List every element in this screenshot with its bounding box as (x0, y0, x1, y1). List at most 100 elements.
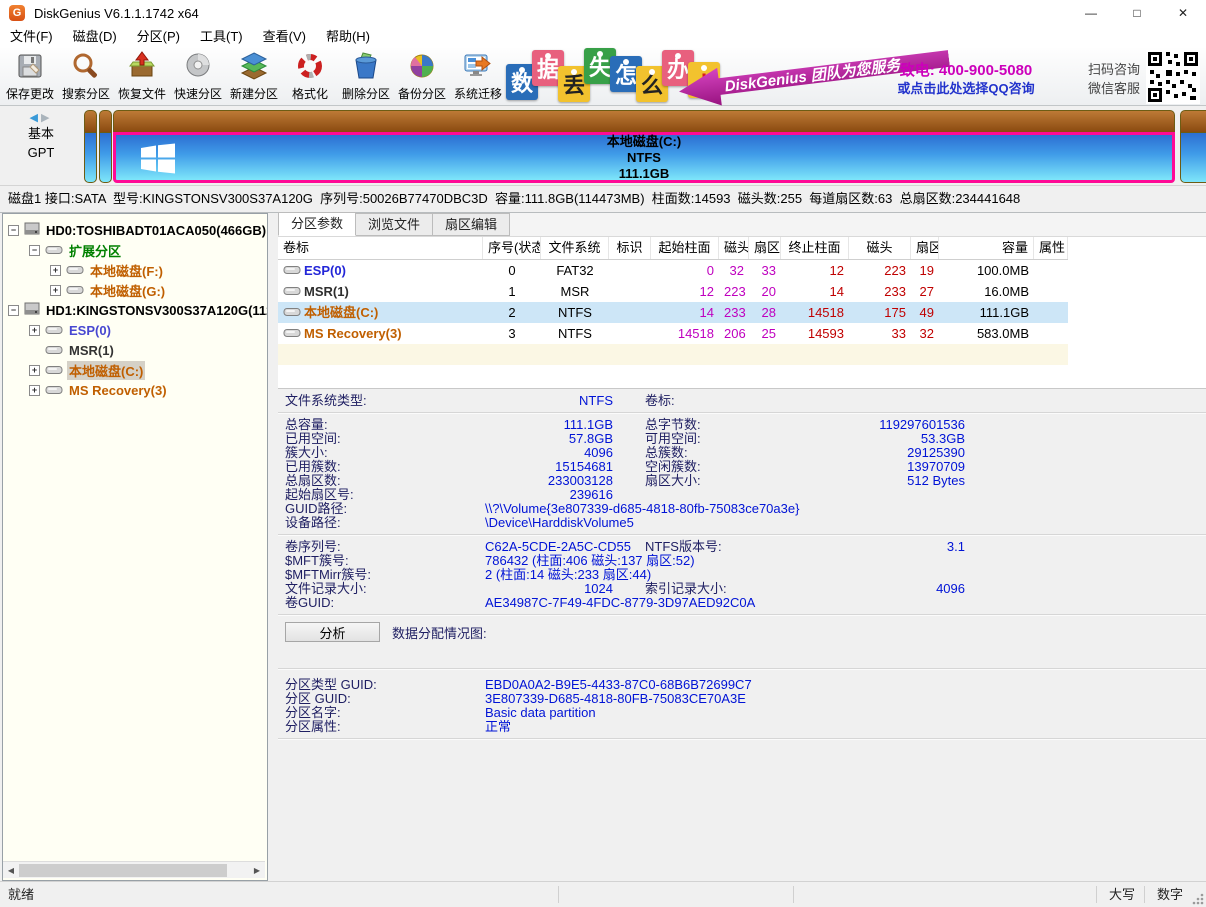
maximize-button[interactable]: □ (1114, 0, 1160, 26)
qr-code[interactable] (1146, 50, 1200, 104)
cell-sh: 32 (729, 263, 744, 278)
expand-icon[interactable]: + (29, 384, 40, 396)
tree-item[interactable]: + MS Recovery(3) (3, 380, 267, 400)
tab-partition-params[interactable]: 分区参数 (278, 212, 357, 236)
detail-value: 786432 (柱面:406 磁头:137 扇区:52) (485, 553, 695, 568)
pin-dot-icon (675, 53, 681, 59)
tree-item[interactable]: − HD0:TOSHIBADT01ACA050(466GB) (3, 220, 267, 240)
collapse-icon[interactable]: − (8, 224, 19, 236)
collapse-icon[interactable]: − (29, 244, 40, 256)
tree-item[interactable]: − HD1:KINGSTONSV300S37A120G(112GB) (3, 300, 267, 320)
partition-bar-recovery[interactable] (1180, 110, 1206, 183)
column-header-id[interactable]: 标识 (609, 237, 651, 259)
toolbar-button-system-migration[interactable]: 系统迁移 (450, 48, 506, 104)
detail-label: NTFS版本号: (645, 539, 722, 554)
toolbar-button-quick-partition[interactable]: 快速分区 (170, 48, 226, 104)
column-header-sc[interactable]: 起始柱面 (651, 237, 719, 259)
close-button[interactable]: ✕ (1160, 0, 1206, 26)
tree-item-label: 扩展分区 (69, 243, 122, 259)
cell-fs: FAT32 (556, 263, 594, 278)
next-disk-icon[interactable]: ▶ (41, 112, 52, 124)
toolbar-button-save-changes[interactable]: 保存更改 (2, 48, 58, 104)
menu-item-disk[interactable]: 磁盘(D) (63, 26, 127, 48)
column-header-es[interactable]: 扇区 (911, 237, 939, 259)
analyze-button[interactable]: 分析 (285, 622, 380, 642)
table-row[interactable]: MS Recovery(3) 3 NTFS 14518 206 25 14593 33 32 58… (278, 323, 1068, 344)
tree-item[interactable]: − 扩展分区 (3, 240, 267, 260)
column-header-name[interactable]: 卷标 (278, 237, 483, 259)
detail-value: 4096 (936, 581, 965, 596)
tree-item[interactable]: + 本地磁盘(F:) (3, 260, 267, 280)
column-header-eh[interactable]: 磁头 (849, 237, 911, 259)
column-header-status[interactable]: 序号(状态) (483, 237, 541, 259)
tree-item[interactable]: + ESP(0) (3, 320, 267, 340)
detail-row: 卷序列号: C62A-5CDE-2A5C-CD55 NTFS版本号: 3.1 (278, 540, 1206, 554)
tree-item[interactable]: MSR(1) (3, 340, 267, 360)
column-header-attr[interactable]: 属性 (1034, 237, 1068, 259)
toolbar-button-delete-partition[interactable]: 删除分区 (338, 48, 394, 104)
divider (278, 614, 1206, 616)
column-header-sh[interactable]: 磁头 (719, 237, 749, 259)
status-caps: 大写 (1108, 887, 1135, 902)
partition-icon (66, 283, 84, 298)
collapse-icon[interactable]: − (8, 304, 19, 316)
tab-browse-files[interactable]: 浏览文件 (356, 213, 434, 236)
scroll-thumb[interactable] (19, 863, 227, 877)
partition-bar-c[interactable]: 本地磁盘(C:) NTFS 111.1GB (113, 110, 1175, 183)
ad-banner[interactable]: 数据丢失怎么办! DiskGenius 团队为您服务 致电: 400-900-5… (506, 48, 1084, 105)
menu-item-view[interactable]: 查看(V) (253, 26, 316, 48)
prev-disk-icon[interactable]: ◀ (30, 112, 41, 124)
cell-sh: 233 (724, 305, 746, 320)
cell-status: 0 (508, 263, 516, 278)
column-header-ss[interactable]: 扇区 (749, 237, 781, 259)
column-header-fs[interactable]: 文件系统 (541, 237, 609, 259)
system-migration-icon (463, 51, 493, 84)
resize-grip[interactable] (1191, 892, 1204, 905)
scroll-left-icon[interactable]: ◀ (3, 866, 19, 875)
toolbar-button-format[interactable]: 格式化 (282, 48, 338, 104)
detail-row: 分区名字: Basic data partition (278, 706, 1206, 720)
tree-item[interactable]: + 本地磁盘(C:) (3, 360, 267, 380)
expand-icon[interactable]: + (29, 364, 40, 376)
cell-attr (1034, 302, 1068, 323)
menu-item-file[interactable]: 文件(F) (0, 26, 63, 48)
table-row[interactable]: 本地磁盘(C:) 2 NTFS 14 233 28 14518 175 49 111.1GB (278, 302, 1068, 323)
status-separator (793, 886, 794, 903)
qr-caption: 扫码咨询 微信客服 (1088, 60, 1140, 98)
cell-attr (1034, 281, 1068, 302)
expand-icon[interactable]: + (50, 284, 61, 296)
partition-bar-msr[interactable] (99, 110, 112, 183)
toolbar-button-backup-partition[interactable]: 备份分区 (394, 48, 450, 104)
detail-value: 15154681 (555, 459, 613, 474)
partition-bar-esp[interactable] (84, 110, 97, 183)
cell-ss: 20 (761, 284, 776, 299)
menu-item-partition[interactable]: 分区(P) (127, 26, 190, 48)
divider (278, 668, 1206, 670)
tree-item[interactable]: + 本地磁盘(G:) (3, 280, 267, 300)
menu-item-tools[interactable]: 工具(T) (190, 26, 253, 48)
toolbar-button-search-partition[interactable]: 搜索分区 (58, 48, 114, 104)
tab-sector-edit[interactable]: 扇区编辑 (433, 213, 511, 236)
menu-item-help[interactable]: 帮助(H) (316, 26, 380, 48)
cell-ec: 14518 (807, 305, 844, 320)
toolbar-button-recover-files[interactable]: 恢复文件 (114, 48, 170, 104)
volume-label: MSR(1) (304, 284, 349, 299)
column-header-ec[interactable]: 终止柱面 (781, 237, 849, 259)
volume-cell: MS Recovery(3) (278, 323, 483, 344)
volume-label: ESP(0) (304, 263, 346, 278)
table-row[interactable]: MSR(1) 1 MSR 12 223 20 14 233 27 16.0MB (278, 281, 1068, 302)
disk-tree: − HD0:TOSHIBADT01ACA050(466GB) − 扩展分区 + 本地磁盘(… (2, 213, 268, 881)
toolbar-button-new-partition[interactable]: 新建分区 (226, 48, 282, 104)
detail-row: 分区类型 GUID: EBD0A0A2-B9E5-4433-87C0-68B6B7… (278, 678, 1206, 692)
table-row[interactable]: ESP(0) 0 FAT32 0 32 33 12 223 19 100.0MB (278, 260, 1068, 281)
minimize-button[interactable]: — (1068, 0, 1114, 26)
column-header-cap[interactable]: 容量 (939, 237, 1034, 259)
tree-hscrollbar[interactable]: ◀ ▶ (3, 861, 265, 878)
detail-row: 已用空间: 57.8GB 可用空间: 53.3GB (278, 432, 1206, 446)
detail-value: 233003128 (547, 473, 613, 488)
expand-icon[interactable]: + (29, 324, 40, 336)
main-area: − HD0:TOSHIBADT01ACA050(466GB) − 扩展分区 + 本地磁盘(… (0, 212, 1206, 881)
expand-icon[interactable]: + (50, 264, 61, 276)
ad-qq-link[interactable]: 或点击此处选择QQ咨询 (850, 80, 1082, 97)
scroll-right-icon[interactable]: ▶ (249, 866, 265, 875)
